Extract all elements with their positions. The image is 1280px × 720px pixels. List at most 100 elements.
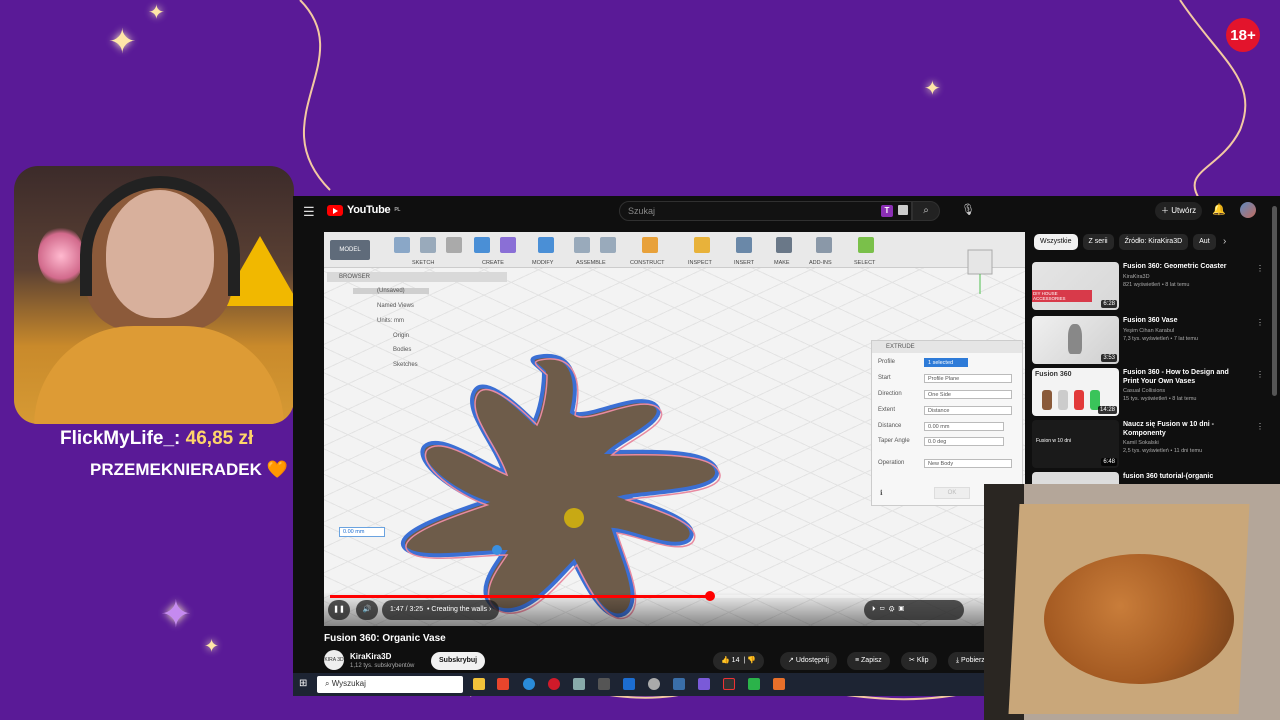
more-options-icon[interactable]: ⋮ (1256, 264, 1264, 273)
chip-series[interactable]: Z serii (1082, 234, 1114, 250)
chip-all[interactable]: Wszystkie (1034, 234, 1078, 250)
app-icon[interactable] (573, 678, 585, 690)
subscribe-button[interactable]: Subskrybuj (431, 652, 486, 670)
create-button[interactable]: ＋ Utwórz (1155, 202, 1203, 220)
app-icon[interactable] (748, 678, 760, 690)
fusion-icon[interactable] (773, 678, 785, 690)
chevron-right-icon[interactable]: › (1223, 236, 1226, 247)
youtube-header: ☰ YouTube PL Szukaj T ⌕ 🎙 ＋ Utwórz 🔔 (293, 196, 1280, 226)
modify-icon (538, 237, 554, 253)
recommended-video[interactable]: Fusion w 10 dni 6:48 Naucz się Fusion w … (1032, 420, 1264, 470)
edge-icon[interactable] (523, 678, 535, 690)
video-player[interactable]: MODEL SKETCH CREATE MODIFY ASSEMBLE CONS… (324, 232, 1025, 626)
subtitles-icon[interactable]: ▭ (879, 606, 885, 613)
more-options-icon[interactable]: ⋮ (1256, 422, 1264, 431)
video-thumbnail[interactable]: DIY HOUSE ACCESSORIES 6:28 (1032, 262, 1119, 310)
supporter-name: PRZEMEKNIERADEK (90, 460, 262, 479)
related-filter-chips: Wszystkie Z serii Źródło: KiraKira3D Aut (1034, 234, 1216, 250)
windows-start-icon[interactable]: ⊞ (299, 678, 307, 689)
volume-icon[interactable]: 🔊 (356, 600, 378, 620)
subscriber-count: 1,12 tys. subskrybentów (350, 663, 415, 669)
construct-icon (642, 237, 658, 253)
search-button[interactable]: ⌕ (912, 201, 940, 221)
recommended-title[interactable]: Fusion 360 - How to Design and Print You… (1123, 368, 1243, 386)
extrude-label: Direction (878, 391, 902, 397)
app-icon[interactable] (723, 678, 735, 690)
distance-manipulator-field[interactable]: 0.00 mm (339, 527, 385, 537)
steam-icon[interactable] (673, 678, 685, 690)
share-button[interactable]: ↗ Udostępnij (780, 652, 837, 670)
recommended-title[interactable]: Fusion 360 Vase (1123, 316, 1243, 325)
scrollbar[interactable] (1272, 206, 1277, 396)
account-avatar[interactable] (1240, 202, 1256, 218)
ribbon-modify: MODIFY (532, 260, 554, 266)
chip-source[interactable]: Źródło: KiraKira3D (1118, 234, 1189, 250)
sparkle-icon: ✦ (204, 636, 220, 656)
hamburger-menu-icon[interactable]: ☰ (303, 204, 315, 220)
profile-selection[interactable]: 1 selected (924, 358, 968, 367)
start-select[interactable]: Profile Plane (924, 374, 1012, 383)
like-count: 14 (731, 657, 740, 664)
search-input[interactable]: Szukaj (619, 201, 912, 221)
chip-more[interactable]: Aut (1193, 234, 1216, 250)
recommended-channel[interactable]: Kamil Sokalski (1123, 440, 1159, 447)
settings-gear-icon[interactable]: ⚙ (889, 606, 895, 613)
direction-select[interactable]: One Side (924, 390, 1012, 399)
recommended-video[interactable]: Fusion 360 14:28 Fusion 360 - How to Des… (1032, 368, 1264, 418)
more-options-icon[interactable]: ⋮ (1256, 370, 1264, 379)
progress-knob[interactable] (704, 591, 715, 601)
operation-select[interactable]: New Body (924, 459, 1012, 468)
heart-icon: 🧡 (266, 460, 288, 479)
info-icon[interactable]: ℹ (880, 489, 883, 497)
recommended-title[interactable]: Fusion 360: Geometric Coaster (1123, 262, 1243, 271)
obs-icon[interactable] (648, 678, 660, 690)
recommended-channel[interactable]: KiraKira3D (1123, 274, 1150, 281)
donation-alert: FlickMyLife_: 46,85 zł (60, 428, 253, 450)
app-icon[interactable] (598, 678, 610, 690)
chapter-title[interactable]: Creating the walls (431, 606, 487, 613)
youtube-logo[interactable]: YouTube PL (327, 204, 400, 216)
extent-select[interactable]: Distance (924, 406, 1012, 415)
extrude-title: EXTRUDE (872, 341, 1022, 353)
youtube-region: PL (394, 207, 401, 213)
recommended-video[interactable]: 3:53 Fusion 360 Vase Yeşim Cihan Karabul… (1032, 316, 1264, 366)
video-thumbnail[interactable]: Fusion 360 14:28 (1032, 368, 1119, 416)
keyboard-icon[interactable] (898, 205, 908, 215)
joint-icon (600, 237, 616, 253)
like-button[interactable]: 👍 14 | 👎 (713, 652, 764, 670)
ok-button[interactable]: OK (934, 487, 970, 499)
microphone-icon[interactable]: 🎙 (961, 203, 975, 216)
taskbar-search[interactable]: ⌕ Wyszukaj (317, 676, 463, 693)
channel-avatar[interactable]: KIRA 3D (324, 650, 344, 670)
autoplay-toggle[interactable]: ⏵ (872, 606, 876, 613)
recommended-video[interactable]: DIY HOUSE ACCESSORIES 6:28 Fusion 360: G… (1032, 262, 1264, 312)
make-icon (776, 237, 792, 253)
recommended-meta: 15 tys. wyświetleń • 8 lat temu (1123, 396, 1197, 402)
app-icon[interactable] (623, 678, 635, 690)
save-button[interactable]: ≡ Zapisz (847, 652, 890, 670)
clip-button[interactable]: ✂ Klip (901, 652, 937, 670)
pause-button[interactable]: ❚❚ (328, 600, 350, 620)
progress-bar[interactable] (330, 591, 1020, 601)
extension-icon[interactable]: T (881, 205, 893, 217)
opera-icon[interactable] (548, 678, 560, 690)
recommended-title[interactable]: fusion 360 tutorial-(organic (1123, 472, 1243, 481)
taper-input[interactable]: 0.0 deg (924, 437, 1004, 446)
view-cube-icon[interactable] (960, 238, 1000, 298)
recommended-title[interactable]: Naucz się Fusion w 10 dni - Komponenty (1123, 420, 1243, 438)
recommended-channel[interactable]: Yeşim Cihan Karabul (1123, 328, 1174, 335)
channel-name[interactable]: KiraKira3D (350, 652, 391, 661)
explorer-icon[interactable] (473, 678, 485, 690)
video-thumbnail[interactable]: Fusion w 10 dni 6:48 (1032, 420, 1119, 468)
ribbon-select: SELECT (854, 260, 876, 266)
distance-input[interactable]: 0.00 mm (924, 422, 1004, 431)
bell-icon[interactable]: 🔔 (1212, 203, 1226, 216)
brave-icon[interactable] (497, 678, 509, 690)
more-options-icon[interactable]: ⋮ (1256, 318, 1264, 327)
lamp (38, 226, 84, 286)
discord-icon[interactable] (698, 678, 710, 690)
supporter-line: PRZEMEKNIERADEK 🧡 (90, 460, 288, 480)
recommended-channel[interactable]: Casual Collisions (1123, 388, 1165, 395)
miniplayer-icon[interactable]: ▣ (898, 606, 904, 613)
video-thumbnail[interactable]: 3:53 (1032, 316, 1119, 364)
